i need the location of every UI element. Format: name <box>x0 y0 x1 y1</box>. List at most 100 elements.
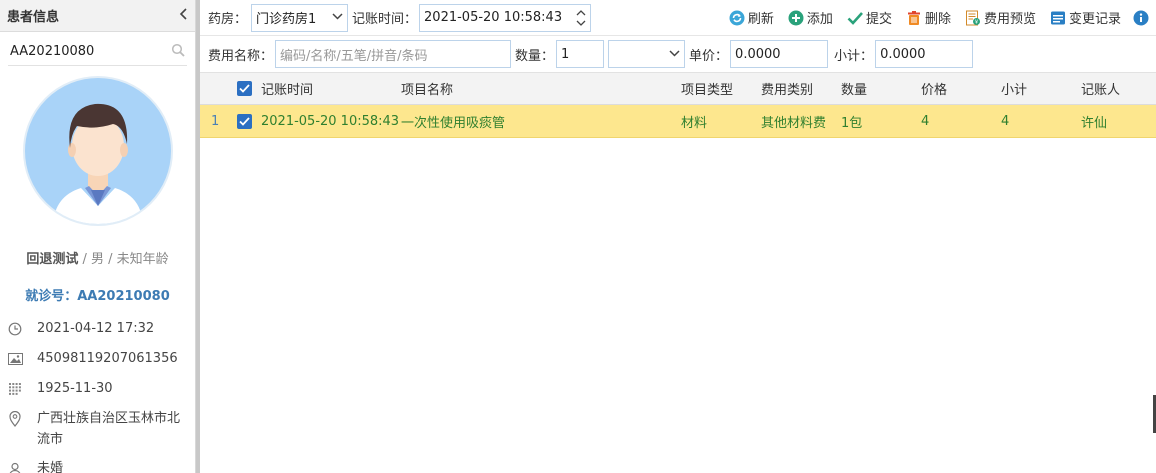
trash-icon <box>906 10 922 26</box>
avatar <box>22 76 173 226</box>
form-row-1: 药房： 门诊药房1 记账时间： 2021-05-20 10:58:43 刷新 添… <box>200 0 1156 36</box>
refresh-button[interactable]: 刷新 <box>729 8 774 27</box>
add-button[interactable]: 添加 <box>788 8 833 27</box>
pharmacy-value: 门诊药房1 <box>256 12 317 27</box>
cell-price: 4 <box>921 113 930 129</box>
collapse-icon[interactable] <box>179 7 189 24</box>
toolbar: 刷新 添加 提交 删除 ¥ 费用预览 变更记录 <box>715 8 1152 27</box>
billing-grid: 记账时间 项目名称 项目类型 费用类别 数量 价格 小计 记账人 1 2021-… <box>200 72 1156 138</box>
info-address: 广西壮族自治区玉林市北流市 <box>0 408 195 450</box>
info-birth-date: 1925-11-30 <box>0 378 195 399</box>
cell-recorder: 许仙 <box>1081 115 1108 131</box>
header-price[interactable]: 价格 <box>921 73 947 104</box>
time-input[interactable]: 2021-05-20 10:58:43 <box>419 3 592 32</box>
marital-status: 未婚 <box>37 461 64 473</box>
fee-preview-button[interactable]: ¥ 费用预览 <box>965 8 1036 27</box>
refresh-icon <box>729 10 745 26</box>
form-row-2: 费用名称： 编码/名称/五笔/拼音/条码 数量： 1 单价： 0.0000 小计… <box>200 36 1156 72</box>
subtotal-input[interactable]: 0.0000 <box>875 40 974 68</box>
spin-up-icon[interactable] <box>576 9 586 16</box>
subtotal-label: 小计： <box>834 48 874 64</box>
patient-name: 回退测试 <box>26 252 79 267</box>
pharmacy-select[interactable]: 门诊药房1 <box>251 3 349 32</box>
clock-icon <box>7 318 23 339</box>
info-marital-status: 未婚 <box>0 458 195 473</box>
doctor-avatar-icon <box>52 103 143 224</box>
submit-button[interactable]: 提交 <box>847 8 892 27</box>
pharmacy-label: 药房： <box>208 12 248 27</box>
header-fee-category[interactable]: 费用类别 <box>761 73 813 104</box>
row-checkbox[interactable] <box>237 105 252 137</box>
search-icon[interactable] <box>171 43 185 61</box>
cell-qty: 1包 <box>841 115 863 131</box>
grid-header: 记账时间 项目名称 项目类型 费用类别 数量 价格 小计 记账人 <box>200 72 1156 105</box>
birth-date: 1925-11-30 <box>37 381 113 396</box>
change-history-button[interactable]: 变更记录 <box>1050 8 1121 27</box>
price-input[interactable]: 0.0000 <box>730 40 829 68</box>
header-item-type[interactable]: 项目类型 <box>681 73 733 104</box>
svg-text:¥: ¥ <box>975 19 979 25</box>
add-label: 添加 <box>806 12 833 27</box>
address: 广西壮族自治区玉林市北流市 <box>37 411 181 447</box>
info-register-time: 2021-04-12 17:32 <box>0 318 195 339</box>
header-subtotal[interactable]: 小计 <box>1001 73 1027 104</box>
chevron-down-icon <box>669 49 680 60</box>
qty-value: 1 <box>561 46 570 62</box>
header-recorder[interactable]: 记账人 <box>1081 73 1120 104</box>
id-card-icon <box>7 348 23 369</box>
patient-search-input[interactable] <box>10 44 150 59</box>
billing-area: 药房： 门诊药房1 记账时间： 2021-05-20 10:58:43 刷新 添… <box>200 0 1156 473</box>
patient-search <box>8 38 187 66</box>
cell-subtotal: 4 <box>1001 113 1010 129</box>
delete-button[interactable]: 删除 <box>906 8 951 27</box>
add-icon <box>788 10 804 26</box>
visit-number-label: 就诊号： <box>25 289 78 304</box>
calendar-icon <box>7 378 23 399</box>
fee-name-input[interactable]: 编码/名称/五笔/拼音/条码 <box>275 40 512 68</box>
check-icon <box>847 10 863 26</box>
spin-down-icon[interactable] <box>576 20 586 26</box>
cell-item-name: 一次性使用吸痰管 <box>401 115 506 131</box>
time-spinner[interactable] <box>576 9 586 26</box>
history-icon <box>1050 10 1066 26</box>
visit-number: 就诊号：AA20210080 <box>0 285 195 304</box>
refresh-label: 刷新 <box>747 12 774 27</box>
info-icon <box>1133 10 1149 26</box>
qty-input[interactable]: 1 <box>556 40 605 68</box>
fee-preview-label: 费用预览 <box>983 12 1036 27</box>
location-icon <box>7 408 23 429</box>
fee-name-placeholder: 编码/名称/五笔/拼音/条码 <box>280 48 428 64</box>
register-time: 2021-04-12 17:32 <box>37 321 155 336</box>
change-history-label: 变更记录 <box>1068 12 1121 27</box>
preview-icon: ¥ <box>965 10 981 26</box>
patient-gender-age: / 男 / 未知年龄 <box>78 252 169 267</box>
header-item-name[interactable]: 项目名称 <box>401 73 453 104</box>
patient-info-panel: 患者信息 AA20210080 回退测试 / 男 / 未知年龄 就诊号：AA20… <box>0 0 196 473</box>
header-time[interactable]: 记账时间 <box>261 73 313 104</box>
unit-select[interactable] <box>608 40 686 68</box>
submit-label: 提交 <box>865 12 892 27</box>
select-all-checkbox[interactable] <box>237 73 252 104</box>
cell-time: 2021-05-20 10:58:43 <box>261 113 400 129</box>
subtotal-value: 0.0000 <box>880 46 926 62</box>
table-row[interactable]: 1 2021-05-20 10:58:43 一次性使用吸痰管 材料 其他材料费 … <box>200 105 1156 138</box>
check-icon <box>239 84 250 93</box>
patient-info-title: 患者信息 <box>7 10 60 25</box>
cell-item-type: 材料 <box>681 115 708 131</box>
fee-name-label: 费用名称： <box>208 48 274 64</box>
price-value: 0.0000 <box>735 46 781 62</box>
info-id-number: 45098119207061356 <box>0 348 195 369</box>
header-qty[interactable]: 数量 <box>841 73 867 104</box>
qty-label: 数量： <box>515 48 555 64</box>
person-icon <box>7 458 23 473</box>
delete-label: 删除 <box>924 12 951 27</box>
info-button[interactable] <box>1133 10 1152 26</box>
check-icon <box>239 116 250 126</box>
cell-fee-category: 其他材料费 <box>761 115 827 131</box>
time-label: 记账时间： <box>352 12 418 27</box>
visit-number-value: AA20210080 <box>77 289 170 304</box>
time-value: 2021-05-20 10:58:43 <box>424 10 563 25</box>
patient-info-header: 患者信息 <box>0 0 195 32</box>
chevron-down-icon <box>332 12 343 23</box>
patient-summary: 回退测试 / 男 / 未知年龄 <box>0 248 195 267</box>
